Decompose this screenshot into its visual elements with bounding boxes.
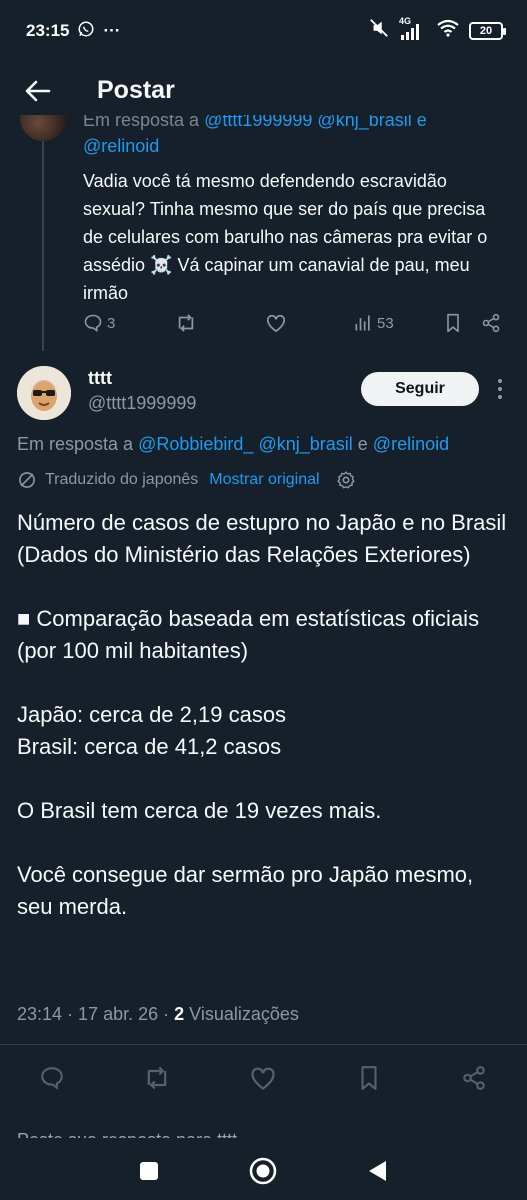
bookmark-icon xyxy=(447,313,459,333)
parent-reply-handle-relinoid[interactable]: @relinoid xyxy=(83,136,159,156)
gear-icon xyxy=(336,471,355,489)
thread-line xyxy=(42,115,44,351)
bookmark-button[interactable] xyxy=(355,1064,383,1092)
parent-tweet-text: Vadia você tá mesmo defendendo escravidã… xyxy=(83,171,488,303)
tweet-line-comparison: ■ Comparação baseada em estatísticas ofi… xyxy=(17,606,480,663)
mute-icon xyxy=(368,18,390,43)
wifi-icon xyxy=(436,19,460,42)
top-app-bar: Postar xyxy=(0,62,527,120)
status-more: ··· xyxy=(103,21,121,40)
square-icon xyxy=(140,1162,158,1180)
reply-prefix: Em resposta a xyxy=(17,434,134,454)
parent-action-bar: 3 53 xyxy=(83,313,508,339)
parent-share-button[interactable] xyxy=(481,313,501,333)
translation-row: Traduzido do japonês Mostrar original xyxy=(17,468,356,492)
parent-like-button[interactable] xyxy=(265,313,287,333)
reply-handle-knj-brasil[interactable]: @knj_brasil xyxy=(258,434,352,454)
tweet-meta: 23:14 · 17 abr. 26 · 2 Visualizações xyxy=(17,1004,299,1024)
tweet-line-title: Número de casos de estupro no Japão e no… xyxy=(17,510,507,535)
views-icon xyxy=(355,315,370,331)
tweet-text: Número de casos de estupro no Japão e no… xyxy=(17,507,512,923)
reply-icon xyxy=(84,314,102,333)
reply-and: e xyxy=(357,434,368,454)
author-handle[interactable]: @tttt1999999 xyxy=(88,393,196,414)
parent-repost-button[interactable] xyxy=(175,313,197,333)
parent-reply-prefix: Em resposta a xyxy=(83,115,200,130)
share-icon xyxy=(463,1066,485,1090)
tweet-action-bar xyxy=(0,1060,527,1094)
repost-button[interactable] xyxy=(143,1064,171,1092)
triangle-back-icon xyxy=(369,1161,386,1181)
status-bar: 23:15 ··· 4G 20 xyxy=(0,0,527,62)
parent-bookmark-button[interactable] xyxy=(444,313,462,333)
battery-icon: 20 xyxy=(469,21,506,40)
system-nav-bar xyxy=(0,1138,527,1200)
tweet-views-count: 2 xyxy=(174,1004,185,1024)
parent-reply-count: 3 xyxy=(107,314,116,332)
battery-level: 20 xyxy=(479,24,493,37)
tweet-line-source: (Dados do Ministério das Relações Exteri… xyxy=(17,542,471,567)
translate-icon xyxy=(19,472,35,488)
bookmark-icon xyxy=(361,1066,377,1090)
tweet-line-ratio: O Brasil tem cerca de 19 vezes mais. xyxy=(17,798,382,823)
author-avatar[interactable] xyxy=(17,366,71,420)
repost-icon xyxy=(178,314,194,332)
parent-views-button[interactable]: 53 xyxy=(353,313,394,333)
parent-views-count: 53 xyxy=(377,314,394,332)
tweet-views-label[interactable]: Visualizações xyxy=(189,1004,299,1024)
app-screen: 23:15 ··· 4G 20 Postar Em resposta a @tt… xyxy=(0,0,527,1200)
signal-icon: 4G xyxy=(399,16,427,40)
reply-handle-robbiebird[interactable]: @Robbiebird_ xyxy=(138,434,253,454)
home-circle-icon xyxy=(249,1157,277,1185)
network-type: 4G xyxy=(399,15,412,26)
follow-button[interactable]: Seguir xyxy=(361,372,479,406)
like-button[interactable] xyxy=(249,1064,277,1092)
more-options-button[interactable] xyxy=(492,376,508,402)
parent-reply-button[interactable]: 3 xyxy=(83,313,115,333)
home-button[interactable] xyxy=(248,1156,278,1186)
reply-button[interactable] xyxy=(38,1064,66,1092)
back-button[interactable] xyxy=(22,75,54,107)
status-time: 23:15 xyxy=(26,21,70,40)
show-original-link[interactable]: Mostrar original xyxy=(209,471,319,489)
back-nav-button[interactable] xyxy=(362,1156,392,1186)
heart-icon xyxy=(266,314,286,333)
parent-tweet[interactable]: Em resposta a @tttt1999999 @knj_brasil e… xyxy=(0,115,527,353)
reply-handle-relinoid[interactable]: @relinoid xyxy=(373,434,449,454)
page-title: Postar xyxy=(97,76,175,104)
tweet-line-brazil: Brasil: cerca de 41,2 casos xyxy=(17,734,282,759)
share-button[interactable] xyxy=(460,1064,488,1092)
reply-context: Em resposta a @Robbiebird_ @knj_brasil e… xyxy=(17,434,449,455)
reply-icon xyxy=(41,1067,63,1090)
heart-icon xyxy=(251,1067,275,1090)
whatsapp-icon xyxy=(77,20,95,43)
repost-icon xyxy=(147,1066,167,1090)
parent-reply-context: Em resposta a @tttt1999999 @knj_brasil e… xyxy=(83,115,503,159)
recents-button[interactable] xyxy=(134,1156,164,1186)
parent-avatar[interactable] xyxy=(20,115,66,141)
translated-label: Traduzido do japonês xyxy=(45,471,199,488)
tweet-date: 17 abr. 26 xyxy=(78,1004,159,1024)
tweet-author-row: tttt @tttt1999999 Seguir xyxy=(0,362,527,426)
tweet-line-closing: Você consegue dar sermão pro Japão mesmo… xyxy=(17,862,474,919)
divider xyxy=(0,1044,527,1045)
translation-settings-button[interactable] xyxy=(336,470,356,490)
author-name[interactable]: tttt xyxy=(88,368,112,389)
share-icon xyxy=(482,313,500,333)
back-arrow-icon xyxy=(25,80,51,102)
tweet-line-japan: Japão: cerca de 2,19 casos xyxy=(17,702,287,727)
more-vertical-icon xyxy=(498,379,502,399)
parent-reply-handles[interactable]: @tttt1999999 @knj_brasil e xyxy=(204,115,427,130)
tweet-time: 23:14 xyxy=(17,1004,63,1024)
